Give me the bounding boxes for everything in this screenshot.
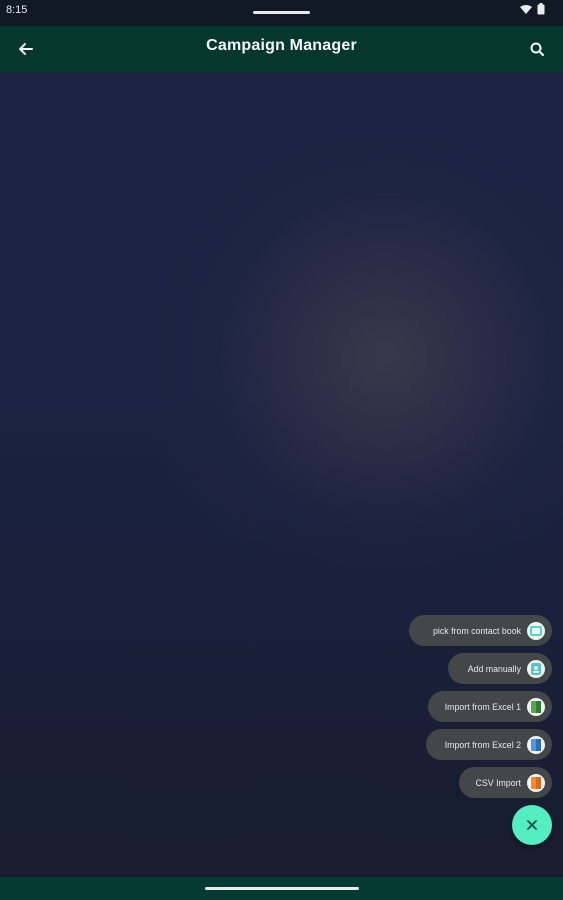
search-icon [530, 42, 544, 56]
camera-notch [253, 11, 310, 14]
csv-file-icon [527, 773, 545, 792]
status-bar: 8:15 [0, 0, 563, 26]
status-time: 8:15 [6, 4, 28, 16]
fab-item-label: Import from Excel 1 [444, 701, 521, 712]
fab-item-label: CSV Import [475, 777, 521, 788]
search-button[interactable] [523, 37, 551, 61]
page-title: Campaign Manager [206, 37, 357, 54]
wifi-icon [520, 4, 532, 14]
close-fab-button[interactable] [512, 805, 552, 845]
fab-item-label: pick from contact book [432, 625, 521, 636]
contacts-icon [527, 621, 545, 640]
excel-file-2-icon [527, 735, 545, 754]
pick-from-contact-book-button[interactable]: pick from contact book [409, 615, 552, 646]
status-icons [520, 3, 545, 15]
home-indicator[interactable] [205, 887, 359, 890]
close-icon [527, 820, 537, 830]
excel-file-icon [527, 697, 545, 716]
app-bar: Campaign Manager [0, 26, 563, 72]
fab-item-label: Import from Excel 2 [444, 739, 521, 750]
add-contact-icon [527, 659, 545, 678]
import-from-excel-2-button[interactable]: Import from Excel 2 [426, 729, 552, 760]
navigation-bar [0, 877, 563, 900]
add-manually-button[interactable]: Add manually [448, 653, 552, 684]
fab-item-label: Add manually [467, 663, 521, 674]
import-from-excel-1-button[interactable]: Import from Excel 1 [428, 691, 552, 722]
battery-icon [537, 3, 545, 15]
csv-import-button[interactable]: CSV Import [459, 767, 552, 798]
